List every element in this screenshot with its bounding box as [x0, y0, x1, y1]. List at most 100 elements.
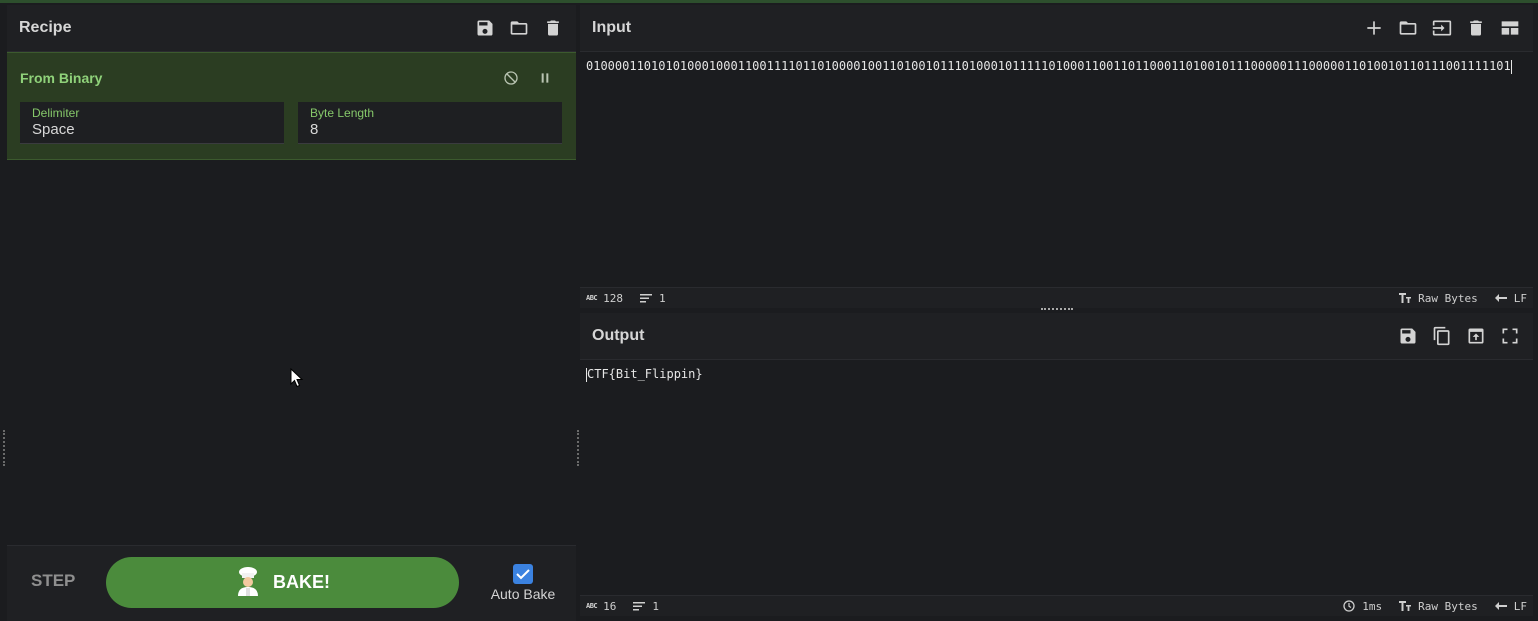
bake-time-stat: 1ms — [1342, 600, 1382, 613]
input-panel: Input 0100001101010100010001100111101101… — [580, 5, 1533, 308]
byte-length-value[interactable]: 8 — [310, 121, 550, 138]
delimiter-field[interactable]: Delimiter Space — [20, 102, 284, 144]
return-arrow-icon — [1494, 602, 1507, 610]
fullscreen-icon — [1502, 328, 1518, 344]
output-panel: Output CTF{Bit_Flippin} ABC 16 1 1ms Raw… — [580, 313, 1533, 621]
delimiter-value[interactable]: Space — [32, 121, 272, 138]
byte-length-field[interactable]: Byte Length 8 — [298, 102, 562, 144]
text-format-icon — [1399, 601, 1412, 611]
clock-icon — [1343, 600, 1355, 612]
output-status-right: 1ms Raw Bytes LF — [1342, 600, 1527, 613]
input-encoding-value: Raw Bytes — [1418, 291, 1478, 305]
output-text: CTF{Bit_Flippin} — [587, 367, 703, 381]
abc-icon: ABC — [586, 602, 598, 610]
output-encoding-button[interactable]: Raw Bytes — [1398, 600, 1478, 613]
save-icon — [477, 20, 493, 36]
text-caret — [1510, 59, 1512, 74]
bake-button[interactable]: BAKE! — [106, 557, 459, 608]
io-resize-handle[interactable] — [1041, 308, 1073, 311]
clear-recipe-button[interactable] — [542, 17, 564, 39]
operation-controls — [500, 67, 556, 89]
byte-length-label: Byte Length — [310, 106, 375, 120]
output-length-stat: ABC 16 — [586, 600, 616, 613]
input-length-stat: ABC 128 — [586, 292, 623, 305]
mouse-pointer-icon — [290, 367, 304, 392]
output-title: Output — [592, 327, 645, 344]
replace-input-button[interactable] — [1465, 325, 1487, 347]
clear-input-button[interactable] — [1465, 17, 1487, 39]
recipe-footer: STEP BAKE! Auto Bake — [7, 545, 576, 621]
output-encoding-value: Raw Bytes — [1418, 599, 1478, 613]
output-status-bar: ABC 16 1 1ms Raw Bytes LF — [580, 595, 1533, 616]
output-lines-value: 1 — [652, 599, 660, 613]
return-arrow-icon — [1494, 294, 1507, 302]
breakpoint-button[interactable] — [534, 67, 556, 89]
plus-icon — [1367, 21, 1381, 35]
top-accent-line — [0, 0, 1538, 3]
input-length-value: 128 — [603, 291, 624, 305]
input-textarea[interactable]: 0100001101010100010001100111101101000010… — [580, 52, 1533, 80]
pause-icon — [541, 73, 549, 83]
trash-icon — [547, 20, 559, 36]
output-status-left: ABC 16 1 — [586, 600, 659, 613]
input-eol-value: LF — [1513, 291, 1527, 305]
maximize-output-button[interactable] — [1499, 325, 1521, 347]
input-status-left: ABC 128 1 — [586, 292, 666, 305]
output-eol-value: LF — [1513, 599, 1527, 613]
recipe-header: Recipe — [7, 5, 576, 52]
input-file-icon — [1432, 20, 1452, 36]
output-length-value: 16 — [603, 599, 617, 613]
upload-icon — [1468, 328, 1484, 344]
save-icon — [1400, 328, 1416, 344]
input-header: Input — [580, 5, 1533, 52]
checkmark-icon — [516, 569, 530, 580]
output-header: Output — [580, 313, 1533, 360]
lines-icon — [640, 294, 653, 303]
load-recipe-button[interactable] — [508, 17, 530, 39]
bake-time-value: 1ms — [1362, 599, 1383, 613]
input-encoding-button[interactable]: Raw Bytes — [1398, 292, 1478, 305]
open-file-button[interactable] — [1431, 17, 1453, 39]
output-eol-button[interactable]: LF — [1494, 600, 1527, 613]
text-format-icon — [1399, 293, 1412, 303]
reset-layout-button[interactable] — [1499, 17, 1521, 39]
input-status-right: Raw Bytes LF — [1398, 292, 1527, 305]
auto-bake-checkbox[interactable] — [513, 564, 533, 584]
disable-operation-button[interactable] — [500, 67, 522, 89]
disable-icon — [504, 71, 518, 85]
open-folder-button[interactable] — [1397, 17, 1419, 39]
input-header-actions — [1363, 17, 1521, 39]
chef-icon — [235, 566, 261, 600]
lines-icon — [633, 602, 646, 611]
recipe-title: Recipe — [19, 19, 72, 36]
input-eol-button[interactable]: LF — [1494, 292, 1527, 305]
auto-bake: Auto Bake — [488, 564, 558, 602]
delimiter-label: Delimiter — [32, 106, 80, 120]
left-resize-handle[interactable] — [3, 430, 6, 466]
auto-bake-label: Auto Bake — [490, 586, 556, 602]
recipe-panel: Recipe From Binary Delimiter Space Byte … — [7, 5, 576, 621]
abc-icon: ABC — [586, 294, 598, 302]
save-recipe-button[interactable] — [474, 17, 496, 39]
recipe-header-actions — [474, 17, 564, 39]
output-lines-stat: 1 — [632, 600, 659, 613]
folder-icon — [510, 21, 528, 35]
input-lines-value: 1 — [659, 291, 666, 305]
input-text: 0100001101010100010001100111101101000010… — [586, 59, 1511, 73]
input-lines-stat: 1 — [639, 292, 666, 305]
copy-output-button[interactable] — [1431, 325, 1453, 347]
folder-icon — [1399, 21, 1417, 35]
save-output-button[interactable] — [1397, 325, 1419, 347]
output-textarea[interactable]: CTF{Bit_Flippin} — [580, 360, 1533, 388]
operation-title: From Binary — [20, 70, 103, 86]
add-tab-button[interactable] — [1363, 17, 1385, 39]
step-button[interactable]: STEP — [31, 571, 75, 591]
input-title: Input — [592, 19, 632, 36]
output-header-actions — [1397, 325, 1521, 347]
layout-icon — [1501, 21, 1519, 35]
operation-from-binary[interactable]: From Binary Delimiter Space Byte Length … — [7, 52, 576, 160]
bake-label: BAKE! — [273, 572, 330, 592]
trash-icon — [1470, 20, 1482, 36]
copy-icon — [1433, 326, 1450, 346]
input-status-bar: ABC 128 1 Raw Bytes LF — [580, 287, 1533, 308]
